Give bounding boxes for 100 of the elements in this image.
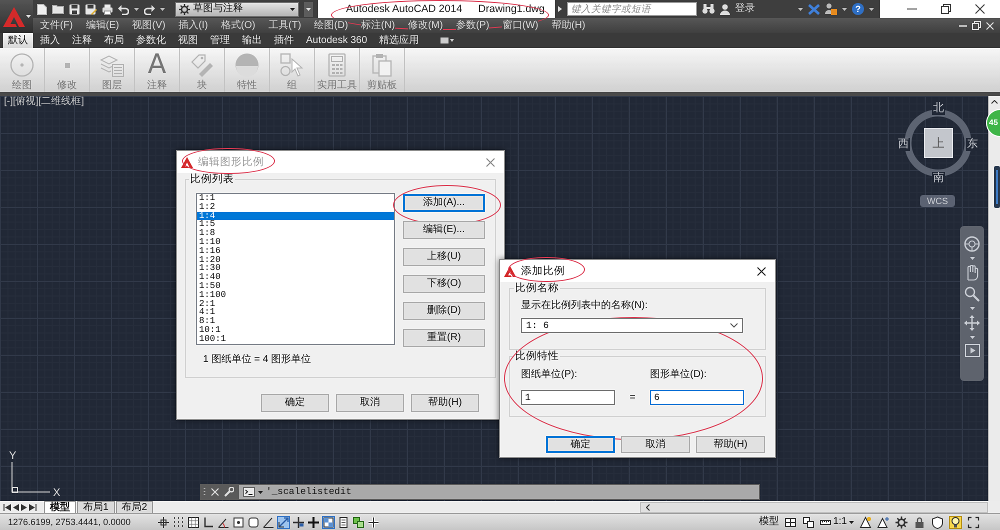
- sign-in-link[interactable]: 登录: [735, 3, 755, 15]
- arrow-right-icon[interactable]: [21, 504, 27, 510]
- ribbon-tab[interactable]: 布局: [99, 33, 129, 48]
- caret-icon[interactable]: [290, 8, 295, 10]
- dialog-button[interactable]: 确定: [261, 394, 329, 412]
- restore-icon[interactable]: [941, 4, 951, 14]
- close-icon[interactable]: [757, 266, 766, 276]
- menu-item[interactable]: 视图(V): [132, 18, 166, 33]
- rounded-square-icon[interactable]: [247, 516, 260, 528]
- dialog-button[interactable]: 帮助(H): [411, 394, 479, 412]
- minimize-icon[interactable]: [907, 8, 917, 10]
- fullscreen-icon[interactable]: [967, 516, 980, 528]
- menu-item[interactable]: 文件(F): [40, 18, 73, 33]
- menu-item[interactable]: 修改(M): [408, 18, 443, 33]
- user-icon[interactable]: [720, 4, 730, 14]
- search-field[interactable]: 键入关键字或短语: [567, 2, 697, 16]
- menu-item[interactable]: 参数(P): [456, 18, 490, 33]
- caret-icon[interactable]: [134, 8, 139, 10]
- diagonal-arrow-icon[interactable]: [277, 516, 290, 528]
- menu-item[interactable]: 格式(O): [220, 18, 256, 33]
- crosshair-icon[interactable]: [157, 516, 170, 528]
- caret-icon[interactable]: [842, 8, 847, 10]
- compass-direction[interactable]: 北: [932, 102, 945, 115]
- folder-icon[interactable]: [52, 4, 64, 14]
- chevron-up-icon[interactable]: [991, 100, 998, 104]
- ribbon-tab[interactable]: 插入: [35, 33, 65, 48]
- zoom-icon[interactable]: [964, 286, 980, 302]
- gear-icon[interactable]: [895, 516, 908, 528]
- caret-icon[interactable]: [26, 15, 30, 18]
- list-item[interactable]: 1:8: [197, 229, 394, 238]
- steering-wheel-icon[interactable]: [964, 236, 980, 252]
- list-item[interactable]: 2:1: [197, 300, 394, 308]
- undo-arrow-icon[interactable]: [118, 4, 129, 14]
- compass-direction[interactable]: 东: [966, 138, 979, 151]
- cross-icon[interactable]: [367, 516, 380, 528]
- dialog-button[interactable]: 重置(R): [403, 329, 485, 347]
- dialog-button[interactable]: 下移(O): [403, 275, 485, 293]
- ribbon-tab[interactable]: 管理: [205, 33, 235, 48]
- units-field[interactable]: 6: [650, 390, 744, 405]
- dialog-button[interactable]: 编辑(E)...: [403, 221, 485, 239]
- command-input-field[interactable]: '_scalelistedit: [239, 485, 759, 499]
- menu-item[interactable]: 标注(N): [361, 18, 395, 33]
- lock-icon[interactable]: [913, 516, 926, 528]
- help-icon[interactable]: ?: [852, 3, 864, 15]
- corner-icon[interactable]: [202, 516, 215, 528]
- dialog-button[interactable]: 删除(D): [403, 302, 485, 320]
- layout-tab[interactable]: 模型: [44, 501, 76, 513]
- ribbon-tab[interactable]: 输出: [237, 33, 267, 48]
- menu-item[interactable]: 工具(T): [268, 18, 302, 33]
- caret-icon[interactable]: [558, 6, 562, 12]
- stacked-squares-icon[interactable]: [352, 516, 365, 528]
- list-item[interactable]: 1:1: [197, 194, 394, 203]
- menu-item[interactable]: 窗口(W): [502, 18, 538, 33]
- plus-cursor-icon[interactable]: [292, 516, 305, 528]
- name-dropdown[interactable]: 1: 6: [521, 318, 743, 333]
- caret-icon[interactable]: [304, 2, 313, 16]
- view-cube-face[interactable]: 上: [924, 128, 953, 158]
- horizontal-scrollbar[interactable]: [640, 502, 988, 512]
- floppy-icon[interactable]: [69, 4, 80, 14]
- viewport-grid-icon[interactable]: [784, 516, 798, 528]
- plus-icon[interactable]: [307, 516, 320, 528]
- skip-last-icon[interactable]: [29, 504, 37, 510]
- panel-toggle-icon[interactable]: [440, 37, 454, 44]
- annotation-scale-dropdown[interactable]: 1:1: [820, 516, 854, 528]
- ribbon-tab[interactable]: 插件: [269, 33, 299, 48]
- skip-first-icon[interactable]: [3, 504, 11, 510]
- workspace-dropdown[interactable]: 草图与注释: [175, 2, 299, 16]
- caret-icon[interactable]: [798, 8, 803, 10]
- compass-direction[interactable]: 西: [897, 138, 910, 151]
- compass-direction[interactable]: 南: [932, 172, 945, 185]
- layout-tab[interactable]: 布局1: [77, 501, 115, 513]
- list-item[interactable]: 1:40: [197, 273, 394, 282]
- binoculars-icon[interactable]: [702, 4, 715, 14]
- model-space-button[interactable]: 模型: [759, 516, 780, 528]
- caret-icon[interactable]: [258, 490, 263, 494]
- grid-icon[interactable]: [187, 516, 200, 528]
- checker-square-icon[interactable]: [322, 516, 335, 528]
- target-square-icon[interactable]: [232, 516, 245, 528]
- chevron-left-icon[interactable]: [646, 504, 650, 510]
- dotted-grid-icon[interactable]: [172, 516, 185, 528]
- list-item[interactable]: 1:5: [197, 220, 394, 230]
- list-item[interactable]: 1:30: [197, 264, 394, 274]
- list-item[interactable]: 1:4: [197, 212, 394, 220]
- close-icon[interactable]: [975, 4, 985, 14]
- caret-icon[interactable]: [160, 8, 165, 10]
- shield-icon[interactable]: [931, 516, 944, 528]
- triangle-plus-icon[interactable]: [877, 516, 890, 528]
- ucs-menu-button[interactable]: WCS: [920, 195, 955, 207]
- dialog-button[interactable]: 上移(U): [403, 248, 485, 266]
- viewport-controls[interactable]: [-][俯视][二维线框]: [4, 96, 84, 108]
- dialog-button[interactable]: 取消: [621, 436, 690, 453]
- menu-item[interactable]: 绘图(D): [314, 18, 348, 33]
- restore-icon[interactable]: [972, 21, 981, 30]
- layout-tab[interactable]: 布局2: [116, 501, 154, 513]
- menu-item[interactable]: 编辑(E): [86, 18, 120, 33]
- tiled-windows-icon[interactable]: [802, 516, 816, 528]
- list-item[interactable]: 1:16: [197, 246, 394, 256]
- printer-icon[interactable]: [102, 4, 113, 14]
- caret-icon[interactable]: [869, 8, 874, 10]
- triangle-icon[interactable]: [859, 516, 872, 528]
